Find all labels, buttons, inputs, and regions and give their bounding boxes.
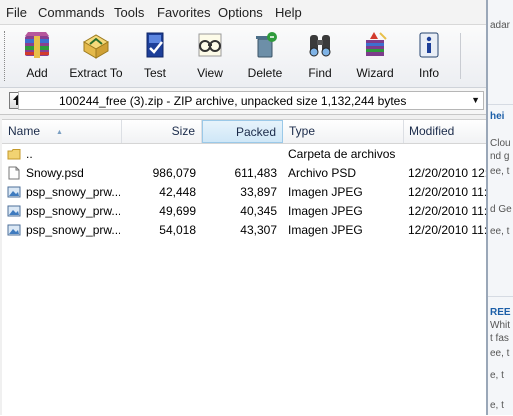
- wizard-icon: [366, 32, 387, 56]
- file-packed: 33,897: [240, 185, 277, 199]
- menu-help[interactable]: Help: [275, 5, 302, 20]
- archive-path-field[interactable]: 100244_free (3).zip - ZIP archive, unpac…: [18, 91, 484, 110]
- bg-text: adar: [490, 20, 511, 31]
- file-type: Imagen JPEG: [288, 204, 363, 218]
- image-file-icon: [7, 205, 21, 217]
- file-size: 49,699: [159, 204, 196, 218]
- bg-link[interactable]: d Ge: [490, 204, 512, 215]
- column-header: Name ▲ Size Packed Type Modified: [2, 120, 486, 144]
- menu-tools[interactable]: Tools: [114, 5, 144, 20]
- add-button[interactable]: Add: [7, 28, 67, 84]
- info-icon: [419, 32, 439, 58]
- column-packed[interactable]: Packed: [202, 120, 283, 143]
- column-modified[interactable]: Modified: [404, 120, 486, 143]
- column-size[interactable]: Size: [122, 120, 202, 143]
- file-modified: 12/20/2010 11:: [408, 185, 486, 199]
- file-size: 986,079: [152, 166, 196, 180]
- file-name: psp_snowy_prw...: [26, 223, 120, 237]
- toolbar: Add Extract To Test View Delete Find Wiz…: [0, 25, 486, 88]
- add-icon: [25, 32, 49, 58]
- table-row[interactable]: psp_snowy_prw... 49,699 40,345 Imagen JP…: [2, 202, 486, 221]
- info-label: Info: [418, 66, 439, 80]
- extract-to-icon: [83, 34, 109, 59]
- file-icon: [8, 166, 20, 180]
- archive-path-text: 100244_free (3).zip - ZIP archive, unpac…: [59, 94, 407, 108]
- menu-commands[interactable]: Commands: [38, 5, 104, 20]
- file-packed: 611,483: [234, 166, 278, 180]
- file-name: Snowy.psd: [26, 166, 84, 180]
- bg-text: e, t: [490, 370, 504, 381]
- winrar-window: File Commands Tools Favorites Options He…: [0, 0, 488, 416]
- table-row[interactable]: psp_snowy_prw... 54,018 43,307 Imagen JP…: [2, 221, 486, 240]
- bg-divider: [488, 296, 513, 297]
- file-type: Imagen JPEG: [288, 185, 363, 199]
- file-packed: 43,307: [240, 223, 277, 237]
- file-packed: 40,345: [240, 204, 277, 218]
- table-row[interactable]: .. Carpeta de archivos: [2, 145, 486, 164]
- bg-link[interactable]: REE: [490, 307, 511, 318]
- test-icon: [146, 32, 164, 58]
- menu-bar: File Commands Tools Favorites Options He…: [0, 0, 486, 25]
- file-size: [122, 145, 196, 164]
- file-type: Archivo PSD: [288, 166, 357, 180]
- background-page: adar hei Clou nd g ee, t d Ge ee, t REE …: [488, 0, 513, 415]
- bg-divider: [488, 104, 513, 105]
- table-row[interactable]: psp_snowy_prw... 42,448 33,897 Imagen JP…: [2, 183, 486, 202]
- column-name[interactable]: Name ▲: [2, 120, 122, 143]
- find-icon: [309, 35, 331, 57]
- file-packed: [202, 145, 277, 164]
- file-modified: 12/20/2010 11:: [408, 223, 486, 237]
- delete-icon: [256, 32, 277, 58]
- file-list: Name ▲ Size Packed Type Modified .. Carp…: [2, 119, 486, 416]
- table-row[interactable]: Snowy.psd 986,079 611,483 Archivo PSD 12…: [2, 164, 486, 183]
- image-file-icon: [7, 224, 21, 236]
- file-modified: 12/20/2010 11:: [408, 204, 486, 218]
- menu-file[interactable]: File: [6, 5, 27, 20]
- bg-text: t fas: [490, 333, 509, 344]
- extract-to-button[interactable]: Extract To: [66, 28, 126, 84]
- sort-indicator-icon: ▲: [56, 129, 63, 136]
- file-modified: [408, 145, 486, 164]
- file-type: Carpeta de archivos: [288, 147, 396, 161]
- bg-text: Clou: [490, 138, 511, 149]
- menu-favorites[interactable]: Favorites: [157, 5, 210, 20]
- column-type[interactable]: Type: [283, 120, 404, 143]
- bg-text: nd g: [490, 151, 510, 162]
- view-icon: [198, 33, 222, 57]
- file-type: Imagen JPEG: [288, 223, 363, 237]
- bg-text: ee, t: [490, 226, 510, 237]
- file-name: ..: [26, 147, 33, 161]
- bg-text: e, t: [490, 400, 504, 411]
- info-button[interactable]: Info: [399, 28, 459, 84]
- file-size: 42,448: [159, 185, 196, 199]
- file-name: psp_snowy_prw...: [26, 185, 120, 199]
- bg-text: ee, t: [490, 166, 510, 177]
- chevron-down-icon[interactable]: ▼: [471, 95, 480, 105]
- bg-text: Whit: [490, 320, 510, 331]
- menu-options[interactable]: Options: [218, 5, 263, 20]
- image-file-icon: [7, 186, 21, 198]
- file-modified: 12/20/2010 12:: [408, 166, 486, 180]
- bg-text: ee, t: [490, 348, 510, 359]
- folder-icon: [7, 149, 21, 160]
- path-bar: 100244_free (3).zip - ZIP archive, unpac…: [0, 88, 486, 115]
- toolbar-separator: [460, 33, 461, 79]
- bg-link[interactable]: hei: [490, 111, 504, 122]
- file-size: 54,018: [159, 223, 196, 237]
- file-name: psp_snowy_prw...: [26, 204, 120, 218]
